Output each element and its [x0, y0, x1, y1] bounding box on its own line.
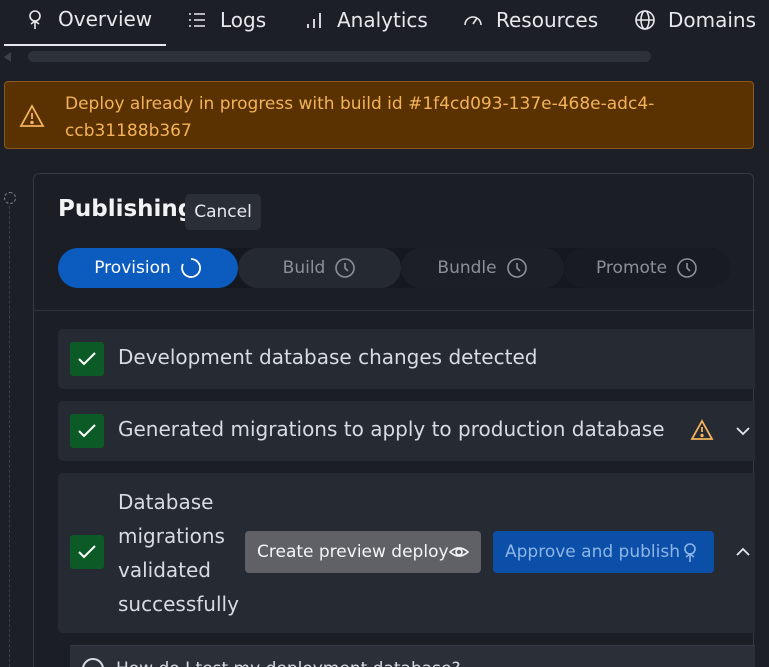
- tab-domains-label: Domains: [668, 8, 757, 32]
- scroll-left-arrow-icon[interactable]: [4, 52, 11, 62]
- tab-resources-label: Resources: [496, 8, 599, 32]
- chevron-up-icon[interactable]: [733, 542, 753, 562]
- deploy-icon: [24, 8, 46, 30]
- spinner-icon: [180, 257, 202, 279]
- timeline-line: [9, 206, 10, 667]
- tab-overview[interactable]: Overview: [4, 0, 166, 46]
- globe-icon: [634, 9, 656, 31]
- preview-button-label: Create preview deploy: [257, 542, 449, 562]
- deploy-icon: [680, 541, 700, 563]
- step-provision[interactable]: Provision: [58, 248, 238, 288]
- tab-logs-label: Logs: [220, 8, 267, 32]
- step-promote[interactable]: Promote: [564, 248, 730, 288]
- scrollbar-thumb[interactable]: [28, 51, 651, 62]
- chevron-down-icon[interactable]: [733, 421, 753, 441]
- check-icon: [70, 535, 104, 569]
- step-build-label: Build: [282, 258, 326, 278]
- tab-logs[interactable]: Logs: [186, 0, 266, 46]
- timeline-dot: [4, 192, 16, 204]
- check-icon: [70, 414, 104, 448]
- gauge-icon: [462, 9, 484, 31]
- tab-domains[interactable]: Domains: [634, 0, 756, 46]
- warning-icon: [690, 419, 714, 441]
- check-row-label: Database migrations validated successful…: [118, 490, 239, 616]
- tab-resources[interactable]: Resources: [462, 0, 598, 46]
- alert-message: Deploy already in progress with build id…: [65, 91, 705, 145]
- create-preview-deploy-button[interactable]: Create preview deploy: [245, 531, 481, 573]
- tabs-scrollbar[interactable]: [0, 48, 769, 66]
- clock-icon: [334, 257, 356, 279]
- step-bundle[interactable]: Bundle: [401, 248, 564, 288]
- list-icon: [186, 9, 208, 31]
- top-nav-tabs: Overview Logs Analytics Resources Domain…: [0, 0, 769, 46]
- faq-text: How do I test my deployment database?: [116, 659, 461, 667]
- step-build[interactable]: Build: [238, 248, 401, 288]
- tab-analytics[interactable]: Analytics: [303, 0, 428, 46]
- check-row-label: Development database changes detected: [118, 345, 538, 369]
- check-row: Development database changes detected: [58, 329, 755, 389]
- check-row-label: Generated migrations to apply to product…: [118, 417, 665, 441]
- check-row: Database migrations validated successful…: [58, 473, 755, 667]
- step-bundle-label: Bundle: [437, 258, 497, 278]
- publishing-title: Publishing: [58, 196, 195, 222]
- warning-icon: [19, 104, 45, 128]
- publishing-card: Publishing Cancel Provision Build Bundle: [33, 173, 755, 667]
- info-icon: [82, 658, 104, 667]
- clock-icon: [506, 257, 528, 279]
- publish-stepper: Provision Build Bundle Promote: [58, 248, 730, 288]
- eye-icon: [448, 542, 470, 562]
- alert-line-1: Deploy already in progress with build id…: [65, 94, 655, 114]
- card-divider: [34, 310, 755, 311]
- cancel-button[interactable]: Cancel: [185, 194, 261, 230]
- check-icon: [70, 342, 104, 376]
- approve-and-publish-button[interactable]: Approve and publish: [493, 531, 714, 573]
- clock-icon: [676, 257, 698, 279]
- alert-line-2: ccb31188b367: [65, 121, 192, 141]
- check-row[interactable]: Generated migrations to apply to product…: [58, 401, 755, 461]
- approve-button-label: Approve and publish: [505, 542, 680, 562]
- tab-analytics-label: Analytics: [337, 8, 428, 32]
- step-promote-label: Promote: [595, 258, 668, 278]
- faq-item[interactable]: How do I test my deployment database?: [70, 645, 755, 667]
- step-provision-label: Provision: [94, 258, 171, 278]
- deploy-in-progress-alert: Deploy already in progress with build id…: [4, 81, 754, 149]
- bar-chart-icon: [303, 9, 325, 31]
- tab-overview-label: Overview: [58, 7, 153, 31]
